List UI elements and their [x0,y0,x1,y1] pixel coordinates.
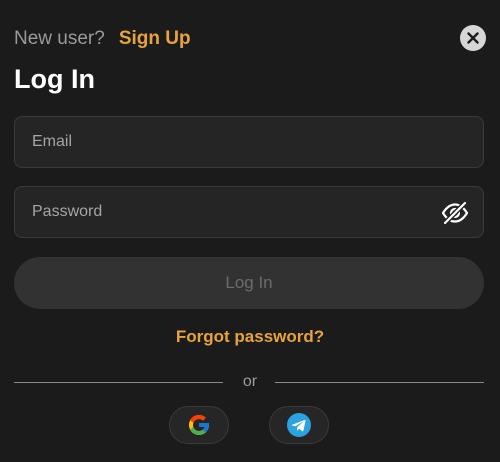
close-icon [467,32,479,44]
forgot-password-link[interactable]: Forgot password? [0,327,500,347]
email-field-container [14,116,484,168]
signup-prompt: New user? Sign Up [14,28,191,50]
telegram-login-button[interactable] [269,406,329,444]
login-button[interactable]: Log In [14,257,484,309]
telegram-icon [287,413,311,437]
close-button[interactable] [460,25,486,51]
divider-right [275,382,484,383]
google-login-button[interactable] [169,406,229,444]
password-visibility-toggle[interactable] [441,200,469,226]
signup-link[interactable]: Sign Up [119,28,191,50]
password-field[interactable] [15,187,483,237]
email-field[interactable] [15,117,483,167]
login-modal: New user? Sign Up Log In Log In Forgot p… [0,0,500,462]
new-user-text: New user? [14,28,105,49]
page-title: Log In [14,64,95,94]
eye-slash-icon [441,200,469,226]
password-field-container [14,186,484,238]
google-icon [189,415,209,435]
